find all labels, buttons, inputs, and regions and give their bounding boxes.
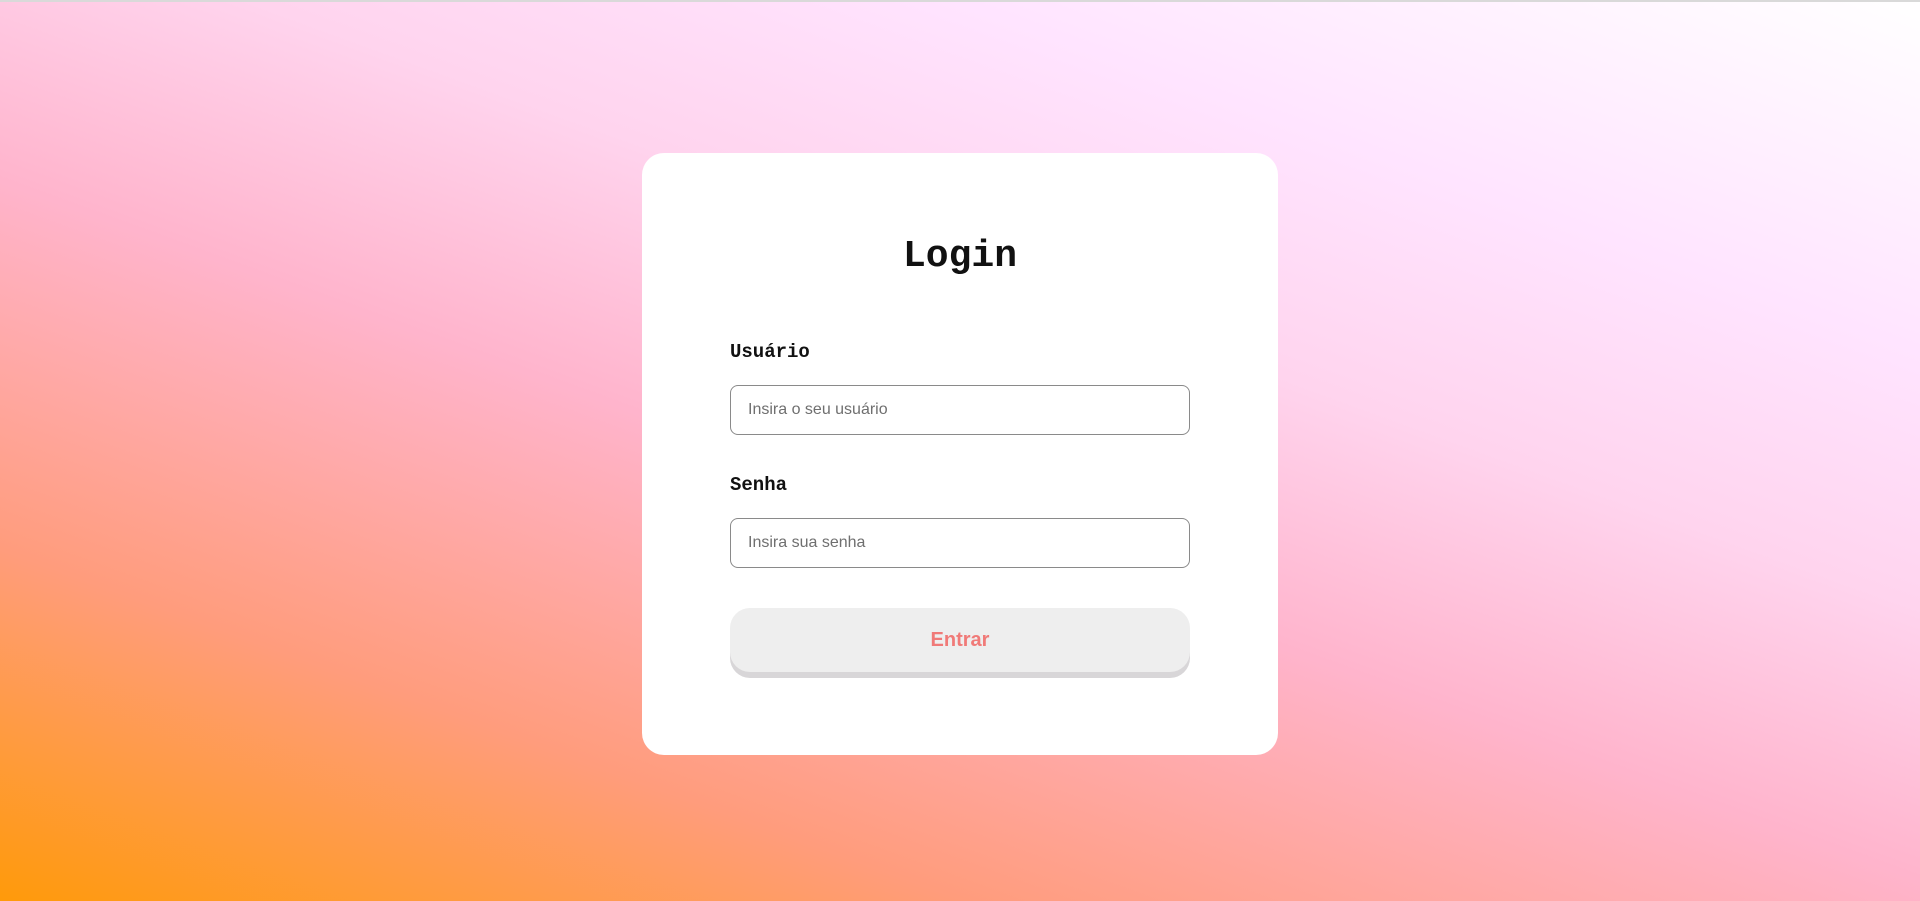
password-input[interactable]: [730, 518, 1190, 568]
login-card: Login Usuário Senha Entrar: [642, 153, 1278, 755]
browser-top-border: [0, 0, 1920, 2]
password-label: Senha: [730, 474, 788, 496]
username-input[interactable]: [730, 385, 1190, 435]
username-label: Usuário: [730, 341, 810, 363]
login-submit-button[interactable]: Entrar: [730, 608, 1190, 672]
login-title: Login: [902, 235, 1018, 278]
